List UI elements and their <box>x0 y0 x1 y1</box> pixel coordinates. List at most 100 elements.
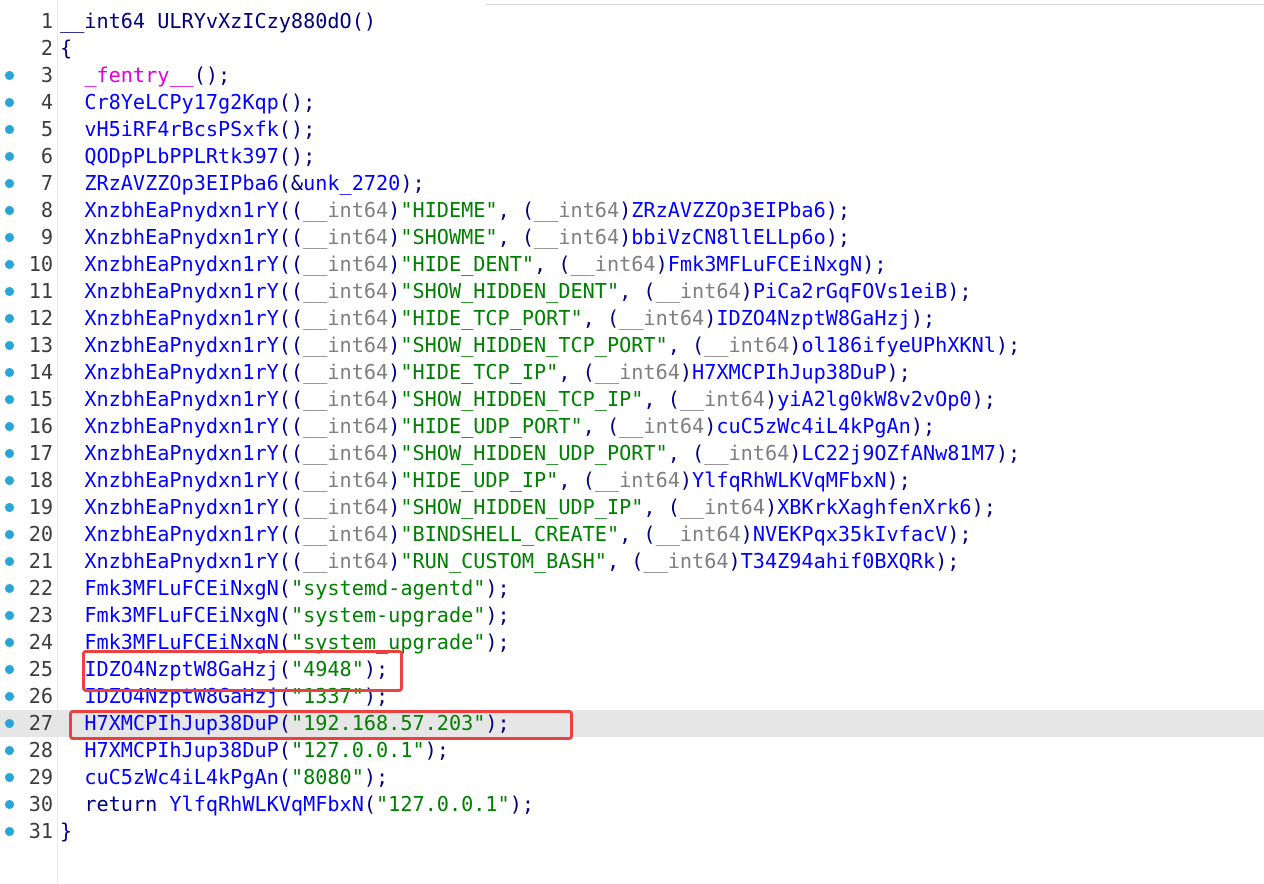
breakpoint-dot-icon[interactable] <box>5 71 14 80</box>
code-text[interactable]: ZRzAVZZOp3EIPba6(&unk_2720); <box>60 170 424 197</box>
breakpoint-dot-icon[interactable] <box>5 206 14 215</box>
code-line[interactable]: 24 Fmk3MFLuFCEiNxgN("system_upgrade"); <box>0 629 1264 656</box>
breakpoint-dot-icon[interactable] <box>5 800 14 809</box>
token-function-name[interactable]: H7XMCPIhJup38DuP <box>692 360 886 384</box>
token-macro-name[interactable]: _fentry__ <box>84 63 193 87</box>
code-text[interactable]: XnzbhEaPnydxn1rY((__int64)"SHOW_HIDDEN_T… <box>60 332 1020 359</box>
code-line[interactable]: 14 XnzbhEaPnydxn1rY((__int64)"HIDE_TCP_I… <box>0 359 1264 386</box>
breakpoint-dot-icon[interactable] <box>5 584 14 593</box>
code-line[interactable]: 5 vH5iRF4rBcsPSxfk(); <box>0 116 1264 143</box>
token-function-name[interactable]: XnzbhEaPnydxn1rY <box>84 522 278 546</box>
breakpoint-dot-icon[interactable] <box>5 746 14 755</box>
code-text[interactable]: XnzbhEaPnydxn1rY((__int64)"HIDEME", (__i… <box>60 197 850 224</box>
breakpoint-dot-icon[interactable] <box>5 449 14 458</box>
code-text[interactable]: XnzbhEaPnydxn1rY((__int64)"HIDE_UDP_IP",… <box>60 467 911 494</box>
token-function-name[interactable]: IDZO4NzptW8GaHzj <box>84 684 278 708</box>
token-function-name[interactable]: PiCa2rGqFOVs1eiB <box>753 279 947 303</box>
code-line[interactable]: 29 cuC5zWc4iL4kPgAn("8080"); <box>0 764 1264 791</box>
breakpoint-dot-icon[interactable] <box>5 638 14 647</box>
breakpoint-dot-icon[interactable] <box>5 314 14 323</box>
token-function-name[interactable]: XnzbhEaPnydxn1rY <box>84 252 278 276</box>
token-function-name[interactable]: ol186ifyeUPhXKNl <box>801 333 995 357</box>
token-function-name[interactable]: YlfqRhWLKVqMFbxN <box>692 468 886 492</box>
code-line[interactable]: 18 XnzbhEaPnydxn1rY((__int64)"HIDE_UDP_I… <box>0 467 1264 494</box>
code-line[interactable]: 15 XnzbhEaPnydxn1rY((__int64)"SHOW_HIDDE… <box>0 386 1264 413</box>
code-line[interactable]: 10 XnzbhEaPnydxn1rY((__int64)"HIDE_DENT"… <box>0 251 1264 278</box>
token-function-name[interactable]: Cr8YeLCPy17g2Kqp <box>84 90 278 114</box>
breakpoint-dot-icon[interactable] <box>5 827 14 836</box>
token-function-name[interactable]: XBKrkXaghfenXrk6 <box>777 495 971 519</box>
token-function-name[interactable]: vH5iRF4rBcsPSxfk <box>84 117 278 141</box>
token-function-name[interactable]: XnzbhEaPnydxn1rY <box>84 549 278 573</box>
token-function-name[interactable]: XnzbhEaPnydxn1rY <box>84 279 278 303</box>
code-text[interactable]: XnzbhEaPnydxn1rY((__int64)"SHOW_HIDDEN_T… <box>60 386 996 413</box>
code-line[interactable]: 7 ZRzAVZZOp3EIPba6(&unk_2720); <box>0 170 1264 197</box>
code-line[interactable]: 16 XnzbhEaPnydxn1rY((__int64)"HIDE_UDP_P… <box>0 413 1264 440</box>
breakpoint-dot-icon[interactable] <box>5 287 14 296</box>
token-function-name[interactable]: IDZO4NzptW8GaHzj <box>716 306 910 330</box>
code-text[interactable]: H7XMCPIhJup38DuP("127.0.0.1"); <box>60 737 449 764</box>
token-function-name[interactable]: Fmk3MFLuFCEiNxgN <box>84 630 278 654</box>
token-function-name[interactable]: ZRzAVZZOp3EIPba6 <box>631 198 825 222</box>
code-line[interactable]: 13 XnzbhEaPnydxn1rY((__int64)"SHOW_HIDDE… <box>0 332 1264 359</box>
code-text[interactable]: Fmk3MFLuFCEiNxgN("systemd-agentd"); <box>60 575 509 602</box>
breakpoint-dot-icon[interactable] <box>5 152 14 161</box>
code-line[interactable]: 4 Cr8YeLCPy17g2Kqp(); <box>0 89 1264 116</box>
code-text[interactable]: XnzbhEaPnydxn1rY((__int64)"HIDE_UDP_PORT… <box>60 413 935 440</box>
code-text[interactable]: XnzbhEaPnydxn1rY((__int64)"SHOW_HIDDEN_U… <box>60 494 996 521</box>
breakpoint-dot-icon[interactable] <box>5 395 14 404</box>
code-text[interactable]: Cr8YeLCPy17g2Kqp(); <box>60 89 315 116</box>
code-text[interactable]: XnzbhEaPnydxn1rY((__int64)"HIDE_DENT", (… <box>60 251 886 278</box>
code-line[interactable]: 27 H7XMCPIhJup38DuP("192.168.57.203"); <box>0 710 1264 737</box>
breakpoint-dot-icon[interactable] <box>5 98 14 107</box>
breakpoint-dot-icon[interactable] <box>5 530 14 539</box>
code-text[interactable]: __int64 ULRYvXzICzy880dO() <box>60 8 376 35</box>
code-text[interactable]: H7XMCPIhJup38DuP("192.168.57.203"); <box>60 710 509 737</box>
token-function-name[interactable]: XnzbhEaPnydxn1rY <box>84 225 278 249</box>
token-function-name[interactable]: XnzbhEaPnydxn1rY <box>84 360 278 384</box>
code-line[interactable]: 31} <box>0 818 1264 845</box>
breakpoint-dot-icon[interactable] <box>5 665 14 674</box>
breakpoint-dot-icon[interactable] <box>5 422 14 431</box>
code-line[interactable]: 2{ <box>0 35 1264 62</box>
breakpoint-dot-icon[interactable] <box>5 341 14 350</box>
token-function-name[interactable]: LC22j9OZfANw81M7 <box>801 441 995 465</box>
token-function-name[interactable]: ZRzAVZZOp3EIPba6 <box>84 171 278 195</box>
code-line[interactable]: 6 QODpPLbPPLRtk397(); <box>0 143 1264 170</box>
code-line[interactable]: 17 XnzbhEaPnydxn1rY((__int64)"SHOW_HIDDE… <box>0 440 1264 467</box>
code-line[interactable]: 30 return YlfqRhWLKVqMFbxN("127.0.0.1"); <box>0 791 1264 818</box>
breakpoint-dot-icon[interactable] <box>5 368 14 377</box>
breakpoint-dot-icon[interactable] <box>5 773 14 782</box>
code-text[interactable]: } <box>60 818 72 845</box>
breakpoint-dot-icon[interactable] <box>5 260 14 269</box>
code-text[interactable]: Fmk3MFLuFCEiNxgN("system-upgrade"); <box>60 602 509 629</box>
token-function-name[interactable]: cuC5zWc4iL4kPgAn <box>84 765 278 789</box>
code-line[interactable]: 12 XnzbhEaPnydxn1rY((__int64)"HIDE_TCP_P… <box>0 305 1264 332</box>
code-line[interactable]: 9 XnzbhEaPnydxn1rY((__int64)"SHOWME", (_… <box>0 224 1264 251</box>
token-function-name[interactable]: XnzbhEaPnydxn1rY <box>84 468 278 492</box>
code-text[interactable]: Fmk3MFLuFCEiNxgN("system_upgrade"); <box>60 629 509 656</box>
token-function-name[interactable]: XnzbhEaPnydxn1rY <box>84 198 278 222</box>
token-function-name[interactable]: cuC5zWc4iL4kPgAn <box>716 414 910 438</box>
code-line[interactable]: 28 H7XMCPIhJup38DuP("127.0.0.1"); <box>0 737 1264 764</box>
code-line[interactable]: 22 Fmk3MFLuFCEiNxgN("systemd-agentd"); <box>0 575 1264 602</box>
code-text[interactable]: QODpPLbPPLRtk397(); <box>60 143 315 170</box>
code-text[interactable]: { <box>60 35 72 62</box>
token-function-name[interactable]: XnzbhEaPnydxn1rY <box>84 306 278 330</box>
code-text[interactable]: vH5iRF4rBcsPSxfk(); <box>60 116 315 143</box>
breakpoint-dot-icon[interactable] <box>5 557 14 566</box>
code-text[interactable]: IDZO4NzptW8GaHzj("1337"); <box>60 683 388 710</box>
token-function-name[interactable]: T34Z94ahif0BXQRk <box>741 549 935 573</box>
token-function-name[interactable]: yiA2lg0kW8v2vOp0 <box>777 387 971 411</box>
code-line[interactable]: 11 XnzbhEaPnydxn1rY((__int64)"SHOW_HIDDE… <box>0 278 1264 305</box>
breakpoint-dot-icon[interactable] <box>5 233 14 242</box>
breakpoint-dot-icon[interactable] <box>5 179 14 188</box>
token-function-name[interactable]: XnzbhEaPnydxn1rY <box>84 387 278 411</box>
code-text[interactable]: IDZO4NzptW8GaHzj("4948"); <box>60 656 388 683</box>
token-function-name[interactable]: XnzbhEaPnydxn1rY <box>84 441 278 465</box>
code-text[interactable]: XnzbhEaPnydxn1rY((__int64)"HIDE_TCP_PORT… <box>60 305 935 332</box>
code-line[interactable]: 26 IDZO4NzptW8GaHzj("1337"); <box>0 683 1264 710</box>
code-line[interactable]: 3 _fentry__(); <box>0 62 1264 89</box>
token-function-name[interactable]: H7XMCPIhJup38DuP <box>84 711 278 735</box>
pseudocode-editor[interactable]: 1 __int64 ULRYvXzICzy880dO() 2{3 _fentry__… <box>0 0 1264 884</box>
